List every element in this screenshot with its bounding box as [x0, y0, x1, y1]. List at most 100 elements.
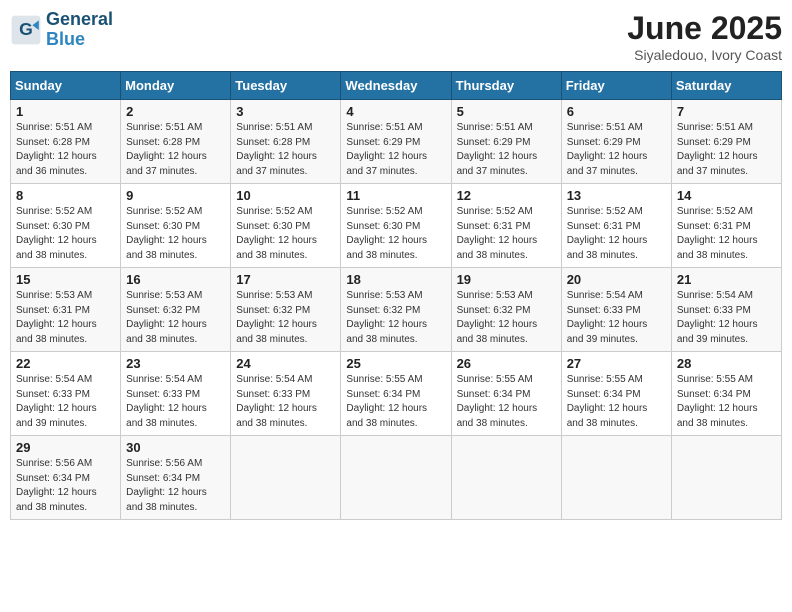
- title-block: June 2025 Siyaledouo, Ivory Coast: [627, 10, 782, 63]
- day-info: Sunrise: 5:51 AM Sunset: 6:29 PM Dayligh…: [567, 121, 666, 179]
- day-info: Sunrise: 5:55 AM Sunset: 6:34 PM Dayligh…: [457, 373, 556, 431]
- calendar-week-3: 15Sunrise: 5:53 AM Sunset: 6:31 PM Dayli…: [11, 268, 782, 352]
- calendar-cell: 16 Sunrise: 5:53 AM Sunset: 6:32 PM Dayli…: [121, 268, 231, 352]
- day-number: 20: [567, 272, 666, 287]
- day-info: Sunrise: 5:53 AM Sunset: 6:32 PM Dayligh…: [457, 289, 556, 347]
- day-info: Sunrise: 5:52 AM Sunset: 6:30 PM Dayligh…: [126, 205, 225, 263]
- calendar-cell: 9Sunrise: 5:52 AM Sunset: 6:30 PM Daylig…: [121, 184, 231, 268]
- calendar-title: June 2025: [627, 10, 782, 47]
- day-number: 25: [346, 356, 445, 371]
- calendar-cell: 27Sunrise: 5:55 AM Sunset: 6:34 PM Dayli…: [561, 352, 671, 436]
- day-number: 2: [126, 104, 225, 119]
- day-info: Sunrise: 5:52 AM Sunset: 6:31 PM Dayligh…: [457, 205, 556, 263]
- day-info: Sunrise: 5:52 AM Sunset: 6:31 PM Dayligh…: [567, 205, 666, 263]
- day-info: Sunrise: 5:54 AM Sunset: 6:33 PM Dayligh…: [677, 289, 776, 347]
- day-number: 8: [16, 188, 115, 203]
- calendar-cell: 23Sunrise: 5:54 AM Sunset: 6:33 PM Dayli…: [121, 352, 231, 436]
- calendar-cell: 20 Sunrise: 5:54 AM Sunset: 6:33 PM Dayli…: [561, 268, 671, 352]
- day-info: Sunrise: 5:54 AM Sunset: 6:33 PM Dayligh…: [567, 289, 666, 347]
- calendar-cell: 30Sunrise: 5:56 AM Sunset: 6:34 PM Dayli…: [121, 436, 231, 520]
- day-number: 18: [346, 272, 445, 287]
- calendar-week-2: 8 Sunrise: 5:52 AM Sunset: 6:30 PM Daylig…: [11, 184, 782, 268]
- day-number: 12: [457, 188, 556, 203]
- day-number: 5: [457, 104, 556, 119]
- day-info: Sunrise: 5:52 AM Sunset: 6:30 PM Dayligh…: [236, 205, 335, 263]
- calendar-cell: 10 Sunrise: 5:52 AM Sunset: 6:30 PM Dayli…: [231, 184, 341, 268]
- logo-line2: Blue: [46, 29, 85, 49]
- calendar-week-1: 1 Sunrise: 5:51 AM Sunset: 6:28 PM Daylig…: [11, 100, 782, 184]
- day-info: Sunrise: 5:54 AM Sunset: 6:33 PM Dayligh…: [126, 373, 225, 431]
- day-number: 13: [567, 188, 666, 203]
- col-header-thursday: Thursday: [451, 72, 561, 100]
- svg-text:G: G: [19, 19, 33, 39]
- calendar-cell: [341, 436, 451, 520]
- day-info: Sunrise: 5:54 AM Sunset: 6:33 PM Dayligh…: [236, 373, 335, 431]
- calendar-cell: 24 Sunrise: 5:54 AM Sunset: 6:33 PM Dayli…: [231, 352, 341, 436]
- day-number: 16: [126, 272, 225, 287]
- day-number: 22: [16, 356, 115, 371]
- day-number: 21: [677, 272, 776, 287]
- calendar-cell: [561, 436, 671, 520]
- day-info: Sunrise: 5:54 AM Sunset: 6:33 PM Dayligh…: [16, 373, 115, 431]
- calendar-cell: 18 Sunrise: 5:53 AM Sunset: 6:32 PM Dayli…: [341, 268, 451, 352]
- day-number: 10: [236, 188, 335, 203]
- day-info: Sunrise: 5:55 AM Sunset: 6:34 PM Dayligh…: [677, 373, 776, 431]
- day-info: Sunrise: 5:56 AM Sunset: 6:34 PM Dayligh…: [16, 457, 115, 515]
- calendar-cell: 7Sunrise: 5:51 AM Sunset: 6:29 PM Daylig…: [671, 100, 781, 184]
- calendar-cell: 19 Sunrise: 5:53 AM Sunset: 6:32 PM Dayli…: [451, 268, 561, 352]
- calendar-cell: 26 Sunrise: 5:55 AM Sunset: 6:34 PM Dayli…: [451, 352, 561, 436]
- calendar-cell: 5 Sunrise: 5:51 AM Sunset: 6:29 PM Daylig…: [451, 100, 561, 184]
- logo-line1: General: [46, 9, 113, 29]
- calendar-cell: 4 Sunrise: 5:51 AM Sunset: 6:29 PM Daylig…: [341, 100, 451, 184]
- day-number: 19: [457, 272, 556, 287]
- day-info: Sunrise: 5:52 AM Sunset: 6:31 PM Dayligh…: [677, 205, 776, 263]
- day-number: 14: [677, 188, 776, 203]
- day-info: Sunrise: 5:53 AM Sunset: 6:32 PM Dayligh…: [126, 289, 225, 347]
- calendar-cell: 13 Sunrise: 5:52 AM Sunset: 6:31 PM Dayli…: [561, 184, 671, 268]
- calendar-cell: 6Sunrise: 5:51 AM Sunset: 6:29 PM Daylig…: [561, 100, 671, 184]
- day-number: 17: [236, 272, 335, 287]
- col-header-saturday: Saturday: [671, 72, 781, 100]
- calendar-cell: 2 Sunrise: 5:51 AM Sunset: 6:28 PM Daylig…: [121, 100, 231, 184]
- day-info: Sunrise: 5:52 AM Sunset: 6:30 PM Dayligh…: [346, 205, 445, 263]
- calendar-cell: 21 Sunrise: 5:54 AM Sunset: 6:33 PM Dayli…: [671, 268, 781, 352]
- day-info: Sunrise: 5:52 AM Sunset: 6:30 PM Dayligh…: [16, 205, 115, 263]
- day-info: Sunrise: 5:56 AM Sunset: 6:34 PM Dayligh…: [126, 457, 225, 515]
- calendar-cell: 15Sunrise: 5:53 AM Sunset: 6:31 PM Dayli…: [11, 268, 121, 352]
- day-number: 24: [236, 356, 335, 371]
- col-header-wednesday: Wednesday: [341, 72, 451, 100]
- day-number: 4: [346, 104, 445, 119]
- day-info: Sunrise: 5:53 AM Sunset: 6:31 PM Dayligh…: [16, 289, 115, 347]
- calendar-cell: [671, 436, 781, 520]
- calendar-header-row: SundayMondayTuesdayWednesdayThursdayFrid…: [11, 72, 782, 100]
- calendar-cell: [451, 436, 561, 520]
- calendar-week-5: 29 Sunrise: 5:56 AM Sunset: 6:34 PM Dayli…: [11, 436, 782, 520]
- main-container: G General Blue June 2025 Siyaledouo, Ivo…: [10, 10, 782, 520]
- calendar-cell: 8 Sunrise: 5:52 AM Sunset: 6:30 PM Daylig…: [11, 184, 121, 268]
- calendar-cell: [231, 436, 341, 520]
- calendar-cell: 22 Sunrise: 5:54 AM Sunset: 6:33 PM Dayli…: [11, 352, 121, 436]
- day-info: Sunrise: 5:53 AM Sunset: 6:32 PM Dayligh…: [346, 289, 445, 347]
- day-number: 26: [457, 356, 556, 371]
- col-header-monday: Monday: [121, 72, 231, 100]
- day-number: 11: [346, 188, 445, 203]
- calendar-subtitle: Siyaledouo, Ivory Coast: [627, 47, 782, 63]
- calendar-week-4: 22 Sunrise: 5:54 AM Sunset: 6:33 PM Dayli…: [11, 352, 782, 436]
- calendar-cell: 12 Sunrise: 5:52 AM Sunset: 6:31 PM Dayli…: [451, 184, 561, 268]
- day-info: Sunrise: 5:51 AM Sunset: 6:29 PM Dayligh…: [457, 121, 556, 179]
- day-number: 27: [567, 356, 666, 371]
- col-header-friday: Friday: [561, 72, 671, 100]
- calendar-cell: 14 Sunrise: 5:52 AM Sunset: 6:31 PM Dayli…: [671, 184, 781, 268]
- calendar-cell: 25Sunrise: 5:55 AM Sunset: 6:34 PM Dayli…: [341, 352, 451, 436]
- day-number: 29: [16, 440, 115, 455]
- calendar-table: SundayMondayTuesdayWednesdayThursdayFrid…: [10, 71, 782, 520]
- col-header-tuesday: Tuesday: [231, 72, 341, 100]
- day-number: 1: [16, 104, 115, 119]
- calendar-cell: 28Sunrise: 5:55 AM Sunset: 6:34 PM Dayli…: [671, 352, 781, 436]
- day-info: Sunrise: 5:51 AM Sunset: 6:28 PM Dayligh…: [16, 121, 115, 179]
- page-header: G General Blue June 2025 Siyaledouo, Ivo…: [10, 10, 782, 63]
- day-info: Sunrise: 5:51 AM Sunset: 6:29 PM Dayligh…: [346, 121, 445, 179]
- logo: G General Blue: [10, 10, 113, 50]
- calendar-cell: 17Sunrise: 5:53 AM Sunset: 6:32 PM Dayli…: [231, 268, 341, 352]
- day-info: Sunrise: 5:51 AM Sunset: 6:28 PM Dayligh…: [126, 121, 225, 179]
